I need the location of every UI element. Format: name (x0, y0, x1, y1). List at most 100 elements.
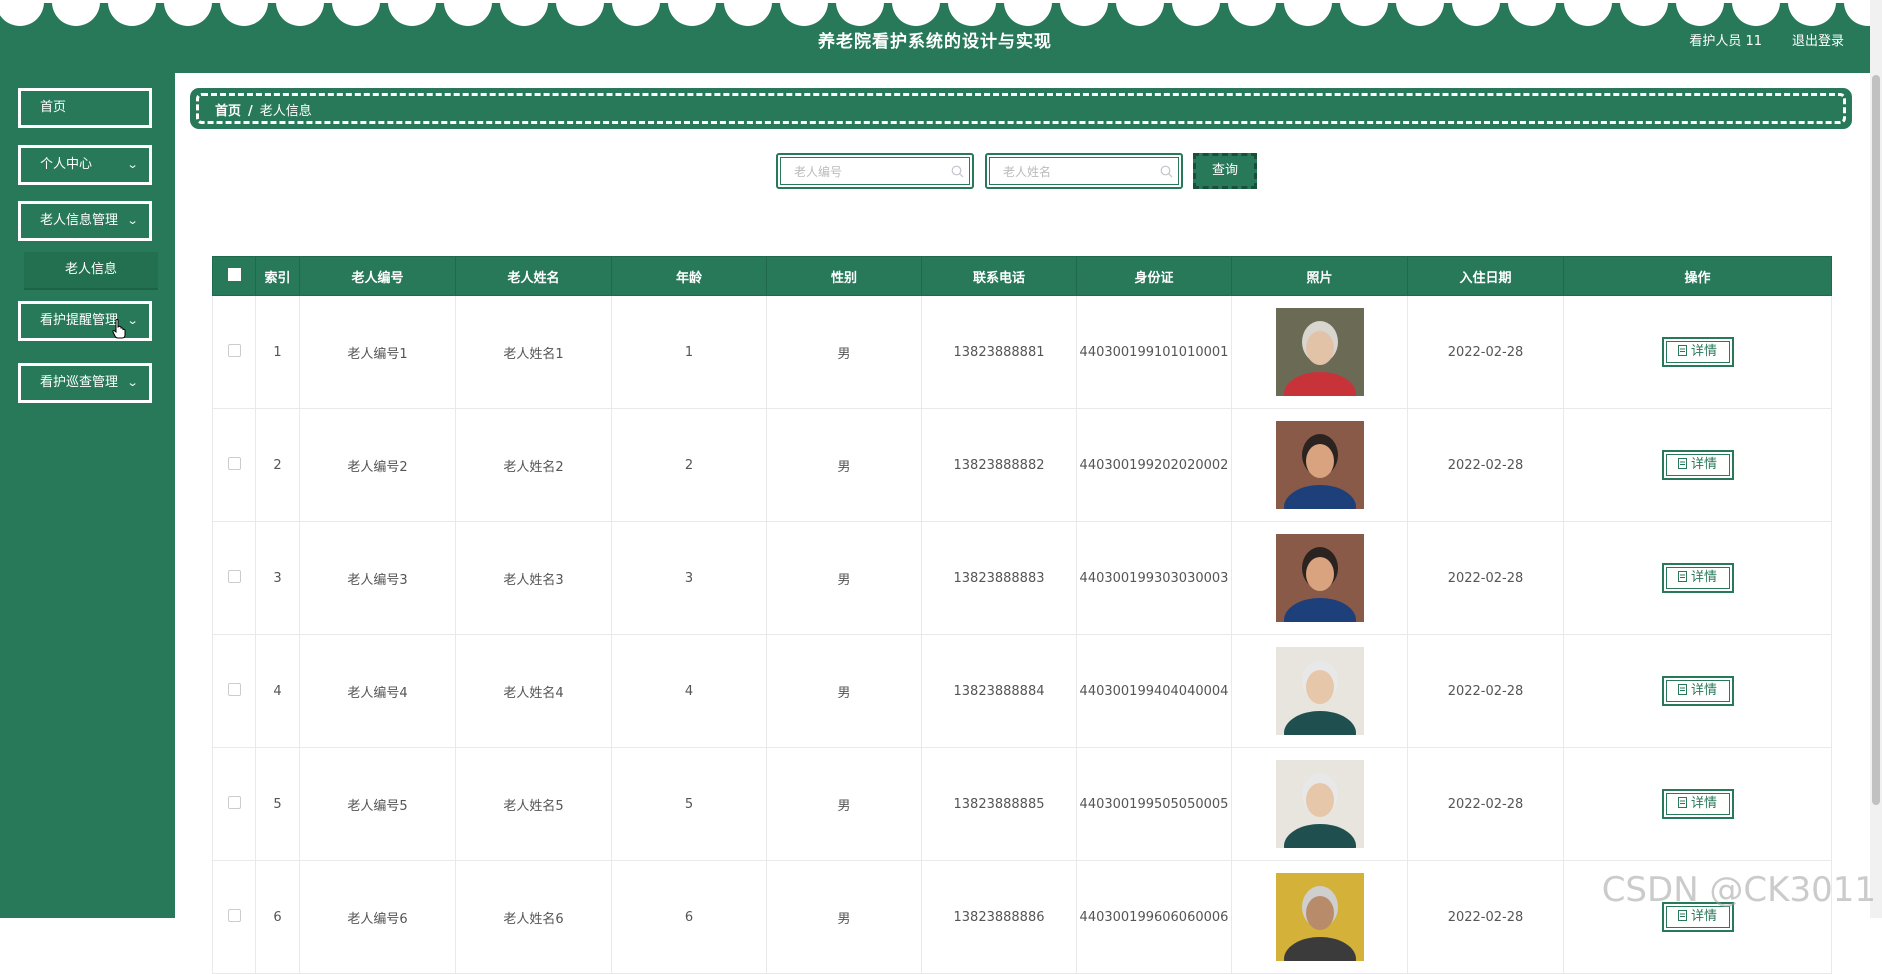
page-scrollbar[interactable] (1870, 0, 1882, 918)
document-icon (1677, 797, 1687, 808)
scallop-shape (276, 0, 324, 26)
chevron-down-icon: ⌄ (126, 158, 139, 171)
scallop-shape (388, 0, 436, 26)
sidebar-item-care-patrol-management[interactable]: 看护巡查管理 ⌄ (18, 363, 152, 403)
cell-index: 2 (255, 408, 300, 522)
row-checkbox[interactable] (227, 343, 241, 357)
cell-id-card: 440300199606060006 (1076, 860, 1232, 974)
cell-photo (1231, 408, 1408, 522)
scallop-shape (556, 0, 604, 26)
submenu-item-elder-info[interactable]: 老人信息 (24, 252, 158, 290)
column-header: 年龄 (611, 256, 767, 296)
cell-actions: 详情 (1563, 408, 1832, 522)
scallop-shape (1396, 0, 1444, 26)
cell-actions: 详情 (1563, 295, 1832, 409)
elder-photo[interactable] (1275, 308, 1364, 396)
scallop-shape (668, 0, 716, 26)
row-checkbox[interactable] (227, 682, 241, 696)
column-header: 老人编号 (299, 256, 456, 296)
scallop-shape (780, 0, 828, 26)
cell-gender: 男 (766, 747, 922, 861)
sidebar-item-care-reminder-management[interactable]: 看护提醒管理 ⌄ (18, 301, 152, 341)
sidebar-item-home[interactable]: 首页 (18, 88, 152, 128)
scallop-shape (948, 0, 996, 26)
detail-button[interactable]: 详情 (1661, 337, 1734, 367)
sidebar-item-elder-info-management[interactable]: 老人信息管理 ⌄ (18, 201, 152, 241)
cell-elder-no: 老人编号1 (299, 295, 456, 409)
cell-age: 4 (611, 634, 767, 748)
sidebar-item-personal-center[interactable]: 个人中心 ⌄ (18, 145, 152, 185)
cell-actions: 详情 (1563, 634, 1832, 748)
sidebar: 首页 个人中心 ⌄ 老人信息管理 ⌄ 老人信息 看护提醒管理 ⌄ 看护巡查管理 … (0, 73, 175, 918)
search-icon (951, 165, 964, 178)
cell-phone: 13823888883 (921, 521, 1077, 635)
scallop-shape (1620, 0, 1668, 26)
select-all-checkbox[interactable] (227, 267, 241, 281)
query-button[interactable]: 查询 (1193, 153, 1257, 189)
row-checkbox-cell (212, 295, 256, 409)
elder-no-input[interactable] (792, 161, 946, 183)
cell-actions: 详情 (1563, 521, 1832, 635)
document-icon (1677, 571, 1687, 582)
cell-elder-name: 老人姓名2 (455, 408, 612, 522)
cell-checkin-date: 2022-02-28 (1407, 634, 1564, 748)
scallop-shape (1116, 0, 1164, 26)
scallop-shape (1004, 0, 1052, 26)
scrollbar-thumb[interactable] (1872, 75, 1880, 805)
scallop-shape (1172, 0, 1220, 26)
detail-label: 详情 (1690, 683, 1717, 698)
scallop-shape (1060, 0, 1108, 26)
table-row: 1 老人编号1 老人姓名1 1 男 13823888881 4403001991010100… (212, 295, 1832, 409)
cell-index: 4 (255, 634, 300, 748)
cell-index: 5 (255, 747, 300, 861)
cell-id-card: 440300199505050005 (1076, 747, 1232, 861)
scallop-shape (1284, 0, 1332, 26)
detail-button[interactable]: 详情 (1661, 563, 1734, 593)
detail-button[interactable]: 详情 (1661, 450, 1734, 480)
logout-link[interactable]: 退出登录 (1792, 30, 1844, 49)
scallop-shape (220, 0, 268, 26)
scallop-shape (724, 0, 772, 26)
elder-no-search-box (776, 153, 974, 189)
column-header: 操作 (1563, 256, 1832, 296)
cell-photo (1231, 634, 1408, 748)
scallop-shape (164, 0, 212, 26)
system-title: 养老院看护系统的设计与实现 (818, 32, 1052, 52)
sidebar-item-label: 看护巡查管理 (40, 375, 119, 390)
detail-label: 详情 (1690, 796, 1717, 811)
breadcrumb-home-link[interactable]: 首页 (215, 104, 241, 119)
column-header: 身份证 (1076, 256, 1232, 296)
elder-photo[interactable] (1275, 647, 1364, 735)
cell-elder-name: 老人姓名1 (455, 295, 612, 409)
cell-phone: 13823888881 (921, 295, 1077, 409)
row-checkbox[interactable] (227, 456, 241, 470)
detail-button[interactable]: 详情 (1661, 789, 1734, 819)
detail-button[interactable]: 详情 (1661, 676, 1734, 706)
cell-id-card: 440300199303030003 (1076, 521, 1232, 635)
elder-name-input[interactable] (1001, 161, 1155, 183)
scallop-shape (1676, 0, 1724, 26)
row-checkbox[interactable] (227, 795, 241, 809)
elder-photo[interactable] (1275, 421, 1364, 509)
cell-elder-name: 老人姓名3 (455, 521, 612, 635)
elder-photo[interactable] (1275, 873, 1364, 961)
cell-elder-no: 老人编号4 (299, 634, 456, 748)
cell-phone: 13823888885 (921, 747, 1077, 861)
cell-phone: 13823888884 (921, 634, 1077, 748)
sidebar-item-label: 个人中心 (40, 157, 93, 172)
cell-checkin-date: 2022-02-28 (1407, 408, 1564, 522)
column-header: 入住日期 (1407, 256, 1564, 296)
scallop-shape (1452, 0, 1500, 26)
cell-gender: 男 (766, 408, 922, 522)
sidebar-item-label: 看护提醒管理 (40, 313, 119, 328)
document-icon (1677, 910, 1687, 921)
row-checkbox[interactable] (227, 908, 241, 922)
elder-photo[interactable] (1275, 760, 1364, 848)
cell-id-card: 440300199101010001 (1076, 295, 1232, 409)
cell-photo (1231, 747, 1408, 861)
elder-photo[interactable] (1275, 534, 1364, 622)
scallop-shape (1564, 0, 1612, 26)
cell-elder-no: 老人编号6 (299, 860, 456, 974)
row-checkbox[interactable] (227, 569, 241, 583)
scallop-shape (0, 0, 44, 26)
